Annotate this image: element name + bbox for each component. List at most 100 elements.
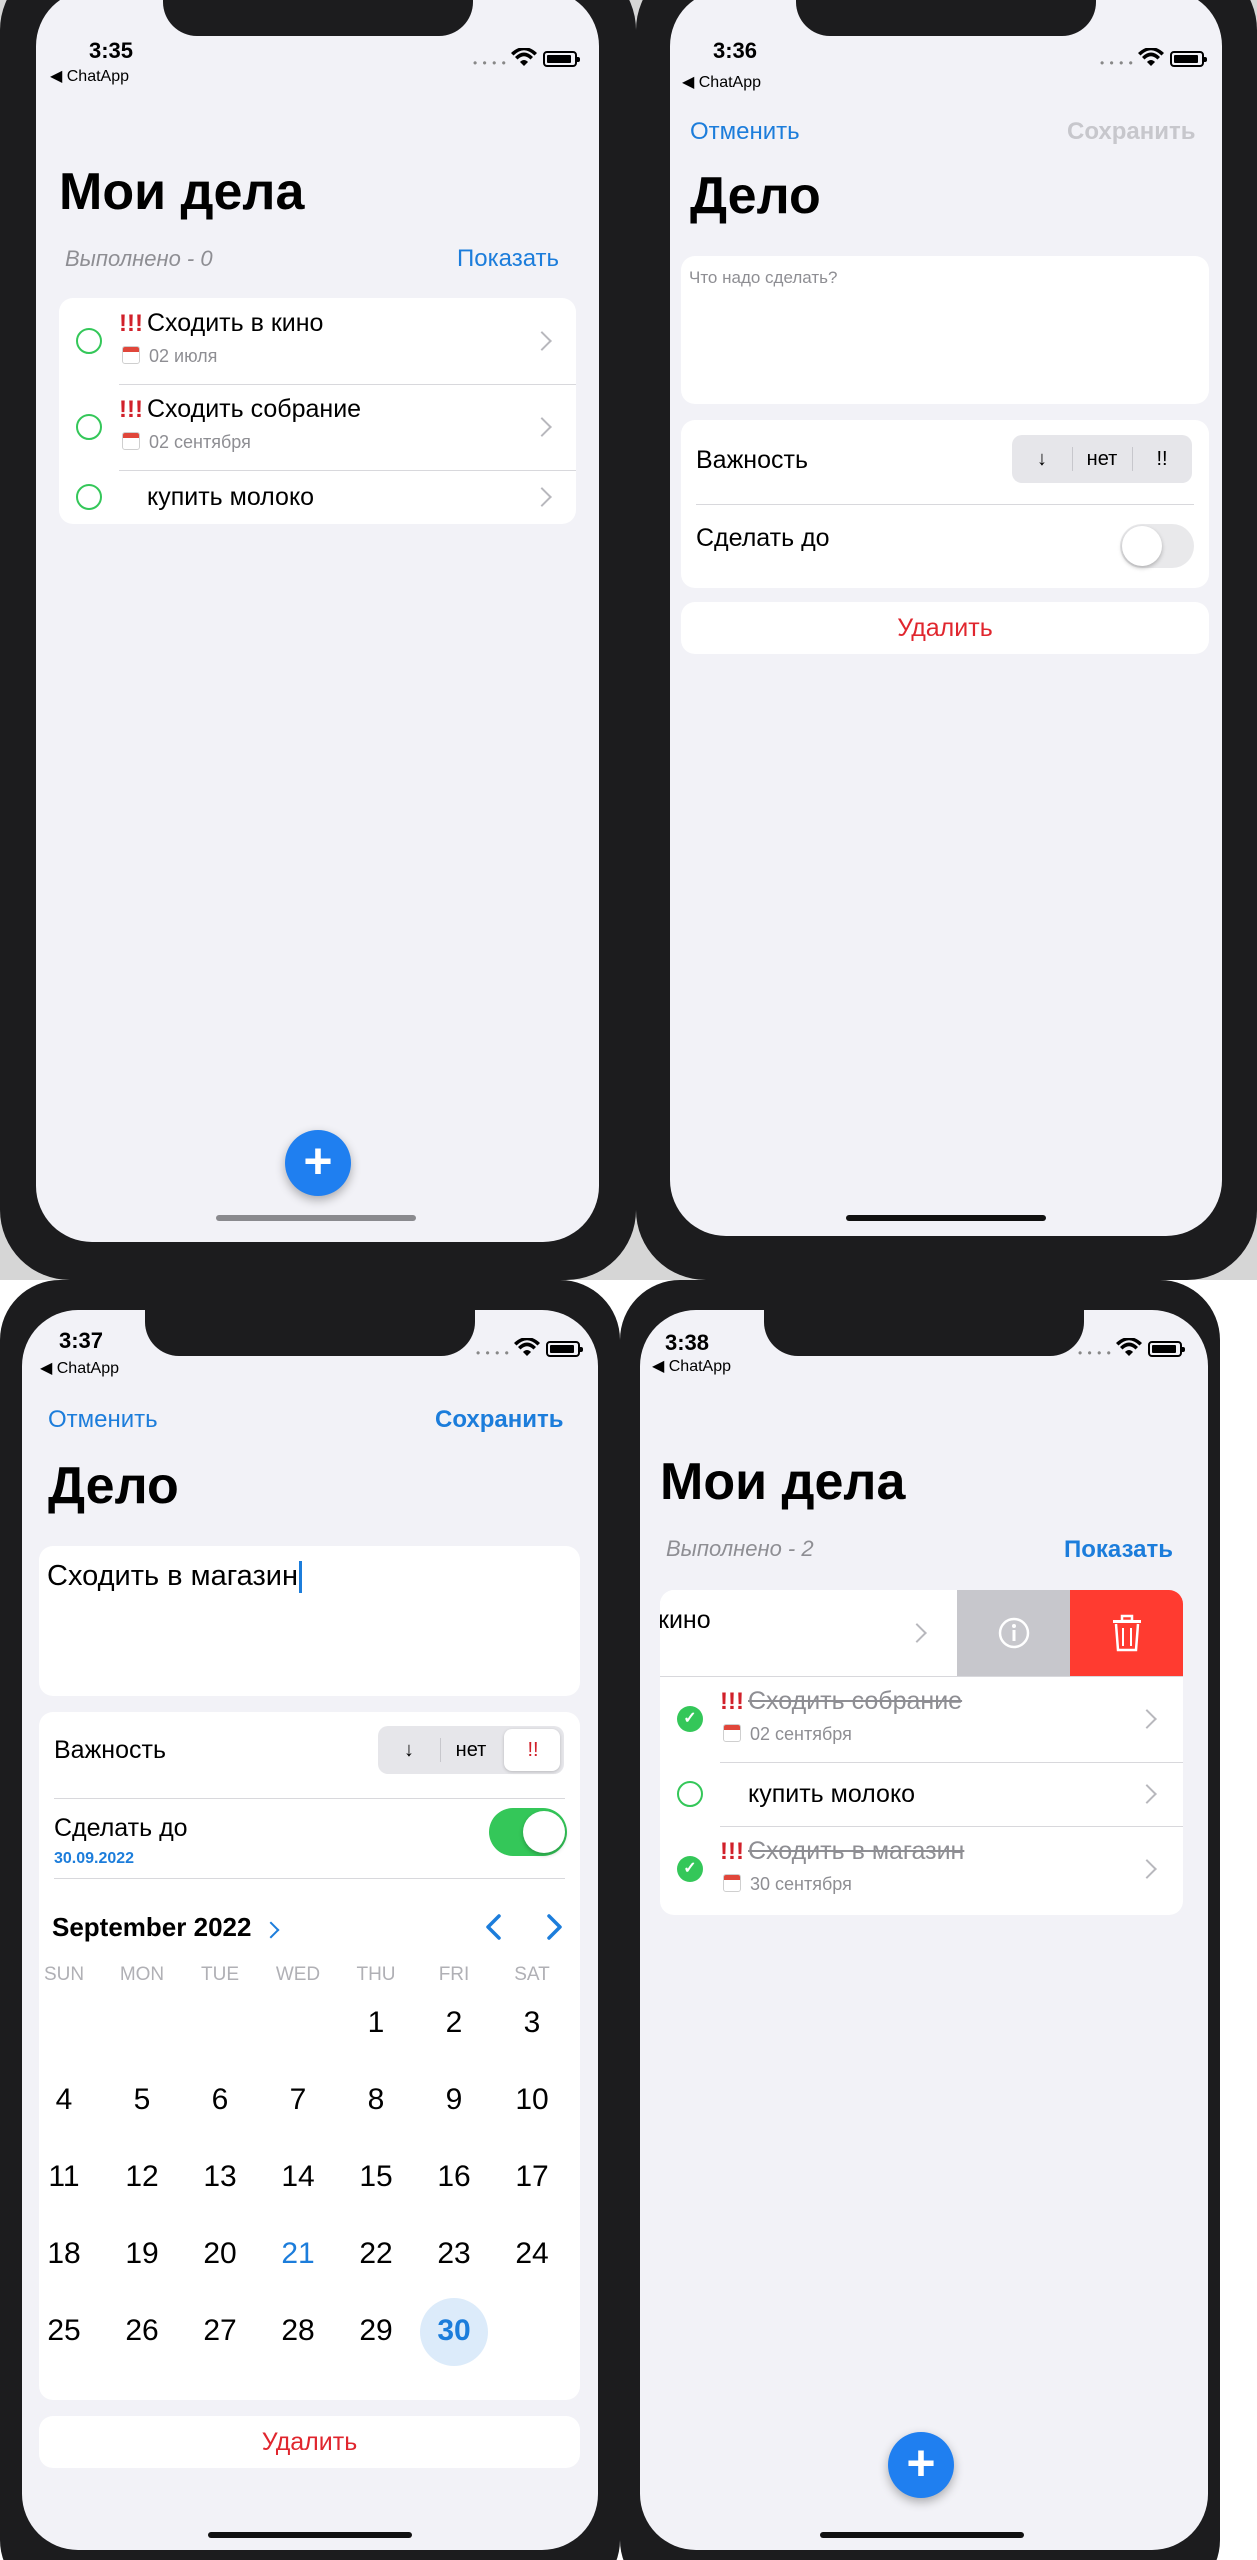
calendar-day[interactable]: 29 (337, 2314, 415, 2348)
calendar-day[interactable]: 10 (493, 2083, 571, 2117)
calendar-day[interactable]: 12 (103, 2160, 181, 2194)
info-action[interactable] (957, 1590, 1070, 1676)
importance-high[interactable]: !! (1132, 435, 1192, 483)
importance-high[interactable]: !! (502, 1726, 564, 1774)
screen-1: 3:35 ◀ ChatApp • • • • Мои дела Выполнен… (36, 0, 599, 1242)
task-row-swiped[interactable]: кино (660, 1590, 1183, 1676)
task-row[interactable]: !!! Сходить собрание 02 сентября (59, 384, 576, 470)
task-row[interactable]: ✓ !!! Сходить в магазин 30 сентября (660, 1826, 1183, 1915)
chevron-right-icon (532, 417, 552, 437)
back-to-app[interactable]: ◀ ChatApp (682, 72, 761, 92)
task-row[interactable]: ✓ !!! Сходить собрание 02 сентября (660, 1676, 1183, 1762)
importance-low[interactable]: ↓ (1012, 435, 1072, 483)
chevron-left-icon (486, 1914, 501, 1940)
deadline-label: Сделать до (54, 1814, 188, 1842)
calendar-day[interactable]: 11 (39, 2160, 103, 2194)
importance-picker[interactable]: ↓ нет !! (1012, 435, 1192, 483)
add-task-button[interactable]: + (285, 1130, 351, 1196)
task-checkbox[interactable] (76, 328, 102, 354)
signal-icon: • • • • (473, 56, 507, 70)
task-text-placeholder: Что надо сделать? (689, 268, 838, 287)
calendar-day[interactable]: 27 (181, 2314, 259, 2348)
task-date: 02 сентября (149, 432, 251, 452)
task-row[interactable]: купить молоко (59, 470, 576, 524)
delete-action[interactable] (1070, 1590, 1183, 1676)
delete-button[interactable]: Удалить (39, 2416, 580, 2468)
calendar-day[interactable]: 13 (181, 2160, 259, 2194)
calendar-day[interactable]: 15 (337, 2160, 415, 2194)
priority-mark: !!! (119, 396, 143, 423)
calendar-day[interactable]: 26 (103, 2314, 181, 2348)
priority-mark: !!! (720, 1688, 744, 1715)
task-row[interactable]: купить молоко (660, 1762, 1183, 1826)
calendar-day[interactable]: 3 (493, 2006, 571, 2040)
add-task-button[interactable]: + (888, 2432, 954, 2498)
task-checkbox-checked[interactable]: ✓ (677, 1856, 703, 1882)
task-text-field[interactable]: Сходить в магазин (39, 1546, 580, 1696)
calendar-day[interactable]: 9 (415, 2083, 493, 2117)
deadline-date[interactable]: 30.09.2022 (54, 1850, 134, 1868)
deadline-toggle[interactable] (489, 1808, 567, 1856)
calendar-day[interactable]: 1 (337, 2006, 415, 2040)
weekday-label: WED (275, 1964, 321, 1985)
importance-low[interactable]: ↓ (378, 1726, 440, 1774)
importance-picker[interactable]: ↓ нет !! (378, 1726, 564, 1774)
status-time: 3:36 (712, 38, 758, 63)
save-button[interactable]: Сохранить (1067, 118, 1196, 146)
calendar-day[interactable]: 4 (39, 2083, 103, 2117)
task-checkbox[interactable] (677, 1781, 703, 1807)
cancel-button[interactable]: Отменить (48, 1406, 158, 1434)
calendar-day-selected[interactable]: 30 (415, 2314, 493, 2348)
back-to-app[interactable]: ◀ ChatApp (652, 1356, 731, 1376)
calendar-day[interactable]: 24 (493, 2237, 571, 2271)
chevron-right-icon (547, 1914, 562, 1940)
calendar-day-today[interactable]: 21 (259, 2237, 337, 2271)
back-to-app[interactable]: ◀ ChatApp (50, 66, 129, 86)
calendar-grid: SUN MON TUE WED THU FRI SAT 1 2 3 4 5 6 … (39, 1964, 580, 2384)
calendar-day[interactable]: 16 (415, 2160, 493, 2194)
calendar-day[interactable]: 22 (337, 2237, 415, 2271)
calendar-day[interactable]: 23 (415, 2237, 493, 2271)
calendar-day[interactable]: 19 (103, 2237, 181, 2271)
page-title: Мои дела (59, 163, 305, 221)
next-month-button[interactable] (539, 1912, 569, 1942)
task-list: !!! Сходить в кино 02 июля !!! Сходить с… (59, 298, 576, 524)
calendar-day[interactable]: 18 (39, 2237, 103, 2271)
show-button[interactable]: Показать (457, 245, 559, 273)
month-expand-icon[interactable] (262, 1921, 280, 1939)
calendar-month[interactable]: September 2022 (52, 1912, 251, 1943)
cancel-button[interactable]: Отменить (690, 118, 800, 146)
task-checkbox[interactable] (76, 414, 102, 440)
calendar-day[interactable]: 5 (103, 2083, 181, 2117)
priority-mark: !!! (119, 310, 143, 337)
calendar-day[interactable]: 14 (259, 2160, 337, 2194)
importance-none[interactable]: нет (1072, 435, 1132, 483)
prev-month-button[interactable] (479, 1912, 509, 1942)
signal-icon: • • • • (1100, 56, 1134, 70)
task-checkbox[interactable] (76, 484, 102, 510)
task-row[interactable]: !!! Сходить в кино 02 июля (59, 298, 576, 384)
calendar-day[interactable]: 25 (39, 2314, 103, 2348)
task-list: кино ✓ !!! Сходить собрание 02 сентября … (660, 1590, 1183, 1915)
calendar-day[interactable]: 8 (337, 2083, 415, 2117)
weekday-label: THU (356, 1964, 396, 1985)
task-text-field[interactable]: Что надо сделать? (681, 256, 1209, 404)
show-button[interactable]: Показать (1064, 1536, 1173, 1564)
delete-button[interactable]: Удалить (681, 602, 1209, 654)
battery-icon (543, 51, 580, 67)
importance-none[interactable]: нет (440, 1726, 502, 1774)
task-date: 02 сентября (750, 1724, 852, 1744)
calendar-day[interactable]: 6 (181, 2083, 259, 2117)
calendar-day[interactable]: 2 (415, 2006, 493, 2040)
status-time: 3:35 (88, 38, 134, 63)
calendar-day[interactable]: 7 (259, 2083, 337, 2117)
deadline-toggle[interactable] (1120, 524, 1194, 568)
back-to-app[interactable]: ◀ ChatApp (40, 1358, 119, 1378)
task-title: кино (660, 1606, 711, 1634)
save-button[interactable]: Сохранить (435, 1406, 564, 1434)
calendar-day[interactable]: 28 (259, 2314, 337, 2348)
calendar-day[interactable]: 20 (181, 2237, 259, 2271)
task-checkbox-checked[interactable]: ✓ (677, 1706, 703, 1732)
calendar-day[interactable]: 17 (493, 2160, 571, 2194)
deadline-label: Сделать до (696, 524, 830, 552)
